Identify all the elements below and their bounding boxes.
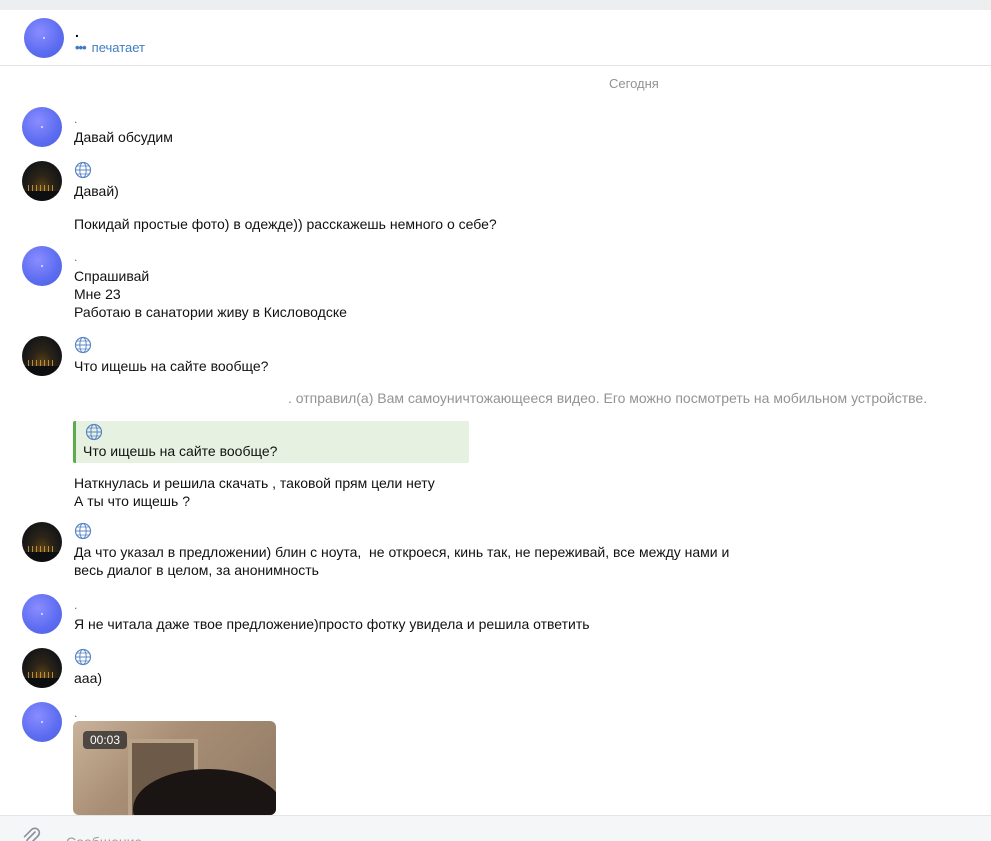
message-text: Наткнулась и решила скачать , таковой пр… <box>74 475 435 509</box>
avatar[interactable] <box>22 594 62 634</box>
chat-header: . ••• печатает <box>0 10 991 66</box>
avatar[interactable] <box>22 161 62 201</box>
globe-icon[interactable] <box>74 161 92 179</box>
avatar[interactable] <box>22 246 62 286</box>
message-text: Да что указал в предложении) блин с ноут… <box>74 544 730 578</box>
header-avatar[interactable] <box>24 18 64 58</box>
system-notice: . отправил(а) Вам самоуничтожающееся вид… <box>288 390 928 406</box>
globe-icon[interactable] <box>74 648 92 666</box>
message-composer <box>0 815 991 841</box>
message-text: Спрашивай Мне 23 Работаю в санатории жив… <box>74 268 347 320</box>
message-text: ааа) <box>74 670 103 686</box>
message-text: Покидай простые фото) в одежде)) расскаж… <box>74 216 497 232</box>
paperclip-icon[interactable] <box>20 826 42 841</box>
message-text: Давай обсудим <box>74 129 173 145</box>
typing-status: ••• печатает <box>75 40 145 55</box>
globe-icon[interactable] <box>74 522 92 540</box>
date-separator: Сегодня <box>609 76 659 91</box>
video-attachment[interactable]: 00:03 <box>73 721 276 815</box>
message-author[interactable]: . <box>74 250 77 264</box>
globe-icon[interactable] <box>74 336 92 354</box>
quoted-message[interactable]: Что ищешь на сайте вообще? <box>73 421 469 463</box>
message-text: Давай) <box>74 183 119 199</box>
avatar[interactable] <box>22 702 62 742</box>
message-author[interactable]: . <box>74 112 77 126</box>
message-input[interactable] <box>66 834 866 841</box>
message-text: Я не читала даже твое предложение)просто… <box>74 616 590 632</box>
window-top-strip <box>0 0 991 10</box>
globe-icon <box>85 423 103 441</box>
typing-status-label: печатает <box>91 40 146 55</box>
message-text: Что ищешь на сайте вообще? <box>74 358 269 374</box>
message-author[interactable]: . <box>74 598 77 612</box>
message-author[interactable]: . <box>74 706 77 720</box>
video-duration: 00:03 <box>83 731 128 749</box>
avatar[interactable] <box>22 648 62 688</box>
typing-dots-icon: ••• <box>75 40 87 55</box>
quoted-text: Что ищешь на сайте вообще? <box>83 443 278 459</box>
avatar[interactable] <box>22 522 62 562</box>
avatar[interactable] <box>22 336 62 376</box>
contact-name[interactable]: . <box>75 24 79 40</box>
avatar[interactable] <box>22 107 62 147</box>
